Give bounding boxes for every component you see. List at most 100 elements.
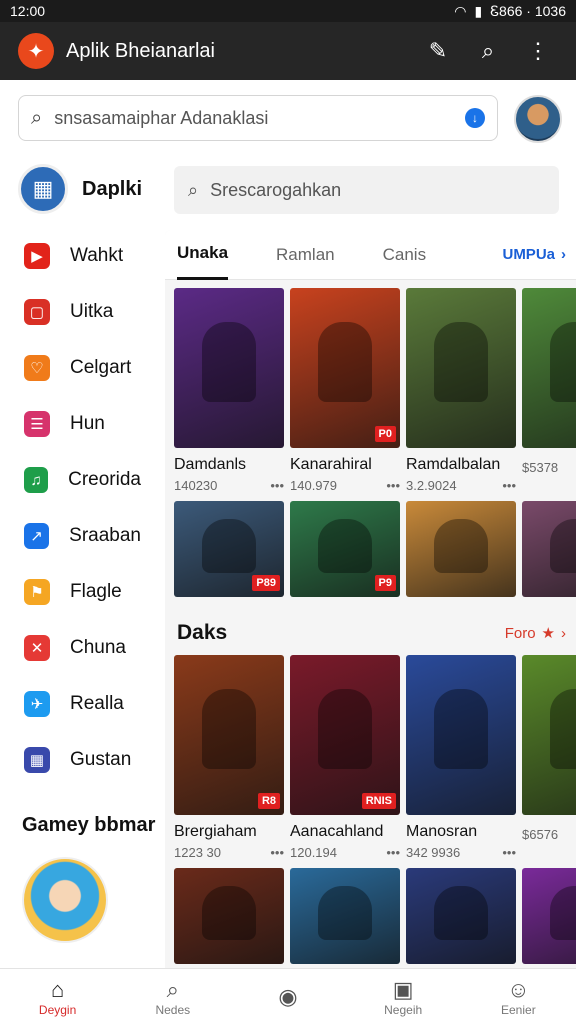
- game-cover-image[interactable]: [522, 868, 576, 964]
- sidebar-item[interactable]: ▶ Wahkt: [0, 228, 165, 284]
- search-input[interactable]: snsasamaiphar Adanaklasi: [54, 108, 465, 129]
- game-card[interactable]: $5378: [522, 288, 576, 493]
- game-cover-image[interactable]: [174, 868, 284, 964]
- game-card[interactable]: P0 Kanarahiral 140.979 •••: [290, 288, 400, 493]
- sidebar-item[interactable]: ▦ Gustan: [0, 732, 165, 788]
- game-cover-image[interactable]: [406, 868, 516, 964]
- search-icon: ⌕: [31, 106, 43, 129]
- game-card[interactable]: Ramdalbalan 3.2.9024 •••: [406, 288, 516, 493]
- sidebar-item-label: Flagle: [70, 581, 122, 602]
- game-card[interactable]: P89: [174, 501, 284, 597]
- sidebar-item[interactable]: ♫ Creorida: [0, 452, 165, 508]
- nav-item[interactable]: ☺ Eenier: [473, 977, 563, 1017]
- sidebar-item-label: Hun: [70, 413, 105, 434]
- more-horiz-icon[interactable]: •••: [502, 845, 516, 860]
- sidebar-item-label: Chuna: [70, 637, 126, 658]
- section-title: Daks: [177, 621, 228, 644]
- game-cover-image[interactable]: [406, 288, 516, 448]
- rating-badge: R8: [257, 793, 280, 809]
- game-card[interactable]: P9: [290, 501, 400, 597]
- sidebar-item[interactable]: ⚑ Flagle: [0, 564, 165, 620]
- signal-icon: ▮: [474, 2, 483, 19]
- character-art: [202, 519, 256, 573]
- game-card[interactable]: RNIS Aanacahland 120.194 •••: [290, 655, 400, 860]
- game-cover-image[interactable]: P8: [522, 501, 576, 597]
- download-count: 3.2.9024: [406, 478, 457, 493]
- more-horiz-icon[interactable]: •••: [386, 845, 400, 860]
- more-horiz-icon[interactable]: •••: [270, 845, 284, 860]
- rating-badge: P9: [374, 575, 396, 591]
- secondary-search-bar[interactable]: ⌕ Srescarogahkan: [174, 166, 559, 214]
- sidebar-item-label: Creorida: [68, 469, 141, 490]
- sidebar-item[interactable]: ✈ Realla: [0, 676, 165, 732]
- more-horiz-icon[interactable]: •••: [386, 478, 400, 493]
- game-card[interactable]: P8: [522, 501, 576, 597]
- game-cover-image[interactable]: R8: [174, 655, 284, 815]
- game-cover-image[interactable]: [290, 868, 400, 964]
- game-meta: 342 9936 •••: [406, 845, 516, 860]
- tab-unaka[interactable]: Unaka: [177, 230, 229, 280]
- character-art: [318, 519, 372, 573]
- character-art: [550, 519, 576, 573]
- chart-icon: ↗: [24, 523, 50, 549]
- game-cover-image[interactable]: [406, 501, 516, 597]
- secondary-search-input[interactable]: Srescarogahkan: [210, 180, 341, 201]
- sidebar-item[interactable]: ♡ Celgart: [0, 340, 165, 396]
- sidebar-item[interactable]: ✕ Chuna: [0, 620, 165, 676]
- star-icon: ★: [541, 625, 555, 642]
- game-card[interactable]: Manosran 342 9936 •••: [406, 655, 516, 860]
- game-card[interactable]: [174, 868, 284, 964]
- section-more-link[interactable]: Foro ★ ›: [504, 624, 566, 643]
- sidebar-item-label: Sraaban: [69, 525, 141, 546]
- search-bar[interactable]: ⌕ snsasamaiphar Adanaklasi ↓: [18, 95, 498, 141]
- game-cover-image[interactable]: P89: [174, 501, 284, 597]
- game-cover-image[interactable]: P9: [290, 501, 400, 597]
- download-count: 342 9936: [406, 845, 461, 860]
- game-card[interactable]: [406, 868, 516, 964]
- avatar[interactable]: [514, 95, 562, 143]
- game-cover-image[interactable]: P0: [290, 288, 400, 448]
- game-cover-image[interactable]: [522, 288, 576, 448]
- section-more-label: Foro: [504, 624, 536, 642]
- nav-item[interactable]: ⌕ Nedes: [128, 977, 218, 1017]
- tab-canis[interactable]: Canis: [383, 230, 426, 280]
- game-card[interactable]: [406, 501, 516, 597]
- wrench-icon[interactable]: ✎: [418, 31, 458, 71]
- game-meta: 140.979 •••: [290, 478, 400, 493]
- sidebar-item-label: Celgart: [70, 357, 132, 378]
- search-icon[interactable]: ⌕: [468, 31, 508, 71]
- game-title: Manosran: [406, 823, 478, 840]
- game-card[interactable]: Damdanls 140230 •••: [174, 288, 284, 493]
- game-card[interactable]: [522, 868, 576, 964]
- mic-icon[interactable]: ↓: [465, 108, 485, 128]
- game-cover-image[interactable]: [406, 655, 516, 815]
- bottom-navigation: ⌂ Deygin ⌕ Nedes ◉ ▣ Negeih ☺ Eenier: [0, 968, 576, 1024]
- nav-item[interactable]: ▣ Negeih: [358, 977, 448, 1017]
- sidebar-item[interactable]: ▢ Uitka: [0, 284, 165, 340]
- mascot-image[interactable]: [22, 857, 108, 943]
- sidebar-item-label: Uitka: [70, 301, 114, 322]
- more-vert-icon[interactable]: ⋮: [518, 31, 558, 71]
- game-card[interactable]: R8 $6576: [522, 655, 576, 860]
- game-meta: 120.194 •••: [290, 845, 400, 860]
- game-card[interactable]: [290, 868, 400, 964]
- tab-ramlan[interactable]: Ramlan: [276, 230, 335, 280]
- sidebar-item[interactable]: ↗ Sraaban: [0, 508, 165, 564]
- game-row-1: Damdanls 140230 ••• P0 Kanarahiral 140.979 •••…: [165, 280, 576, 493]
- more-horiz-icon[interactable]: •••: [502, 478, 516, 493]
- game-meta: 1223 30 •••: [174, 845, 284, 860]
- sidebar-item[interactable]: ☰ Hun: [0, 396, 165, 452]
- character-art: [550, 886, 576, 940]
- nav-item[interactable]: ◉: [243, 984, 333, 1010]
- sidebar-app[interactable]: ▦ Daplki: [0, 150, 165, 228]
- game-card[interactable]: R8 Brergiaham 1223 30 •••: [174, 655, 284, 860]
- game-cover-image[interactable]: R8: [522, 655, 576, 815]
- rating-badge: P0: [374, 426, 396, 442]
- chevron-right-icon: ›: [561, 624, 566, 642]
- game-title: Damdanls: [174, 456, 247, 473]
- nav-item[interactable]: ⌂ Deygin: [13, 977, 103, 1017]
- tab-more-link[interactable]: UMPUa ›: [502, 246, 566, 263]
- game-cover-image[interactable]: [174, 288, 284, 448]
- game-cover-image[interactable]: RNIS: [290, 655, 400, 815]
- more-horiz-icon[interactable]: •••: [270, 478, 284, 493]
